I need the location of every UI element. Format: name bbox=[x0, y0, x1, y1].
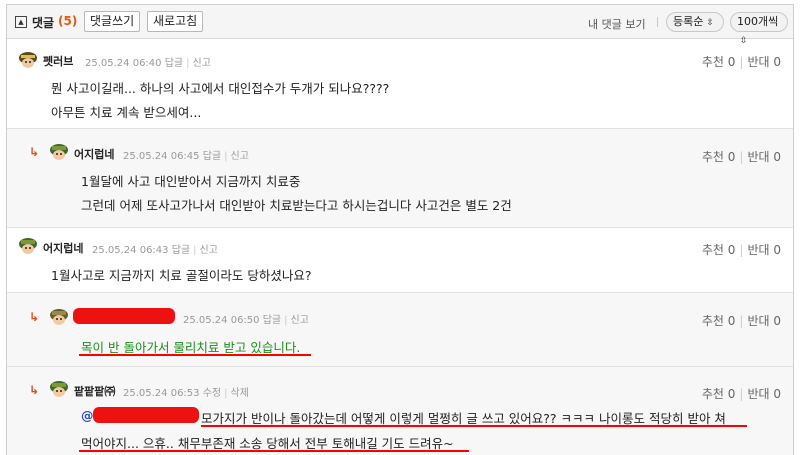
refresh-button[interactable]: 새로고침 bbox=[147, 11, 204, 32]
write-comment-button[interactable]: 댓글쓰기 bbox=[84, 11, 141, 32]
highlight-underline bbox=[79, 354, 311, 356]
comment-text-line: 뭔 사고이길래... 하나의 사고에서 대인접수가 두개가 되나요???? bbox=[51, 81, 390, 96]
sort-value: 등록순 bbox=[673, 15, 704, 28]
comment-datetime: 25.05.24 06:50 bbox=[183, 315, 260, 326]
comment-meta: 25.05.24 06:43 답글 | 신고 bbox=[92, 245, 218, 256]
comment-author[interactable]: 어지럽네 bbox=[43, 240, 83, 256]
highlight-underline bbox=[79, 450, 469, 452]
vote-counts: 추천 0 | 반대 0 bbox=[701, 314, 781, 328]
oppose-button[interactable]: 반대 0 bbox=[747, 55, 781, 69]
sort-select[interactable]: 등록순 ⇳ bbox=[666, 12, 724, 32]
oppose-button[interactable]: 반대 0 bbox=[747, 243, 781, 257]
reply-link[interactable]: 답글 bbox=[203, 151, 221, 162]
recommend-button[interactable]: 추천 0 bbox=[702, 243, 736, 257]
vote-counts: 추천 0 | 반대 0 bbox=[701, 387, 781, 401]
comment-datetime: 25.05.24 06:40 bbox=[85, 58, 162, 69]
oppose-button[interactable]: 반대 0 bbox=[747, 314, 781, 328]
report-link[interactable]: 신고 bbox=[231, 151, 249, 162]
report-link[interactable]: 신고 bbox=[291, 315, 309, 326]
report-link[interactable]: 신고 bbox=[200, 245, 218, 256]
per-page-value: 100개씩 bbox=[737, 15, 779, 28]
comment-header-bar: ▲ 댓글 (5) 댓글쓰기 새로고침 내 댓글 보기 등록순 ⇳ 100개씩⇳ bbox=[7, 5, 793, 46]
my-comments-link[interactable]: 내 댓글 보기 bbox=[588, 16, 646, 32]
reply-comment-item: ↳ 팥팥팥㈜ 25.05.24 06:53 수정 | 삭제 추천 0 | 반대 0 @ … bbox=[7, 367, 793, 455]
comment-item: 어지럽네 25.05.24 06:43 답글 | 신고 추천 0 | 반대 0 1월사고… bbox=[7, 228, 793, 293]
recommend-button[interactable]: 추천 0 bbox=[702, 387, 736, 401]
comment-datetime: 25.05.24 06:43 bbox=[92, 245, 169, 256]
recommend-button[interactable]: 추천 0 bbox=[702, 55, 736, 69]
reply-link[interactable]: 답글 bbox=[165, 58, 183, 69]
comment-datetime: 25.05.24 06:45 bbox=[123, 151, 200, 162]
redacted-mention bbox=[93, 407, 199, 423]
vote-counts: 추천 0 | 반대 0 bbox=[701, 150, 781, 164]
vote-counts: 추천 0 | 반대 0 bbox=[701, 243, 781, 257]
comment-count: (5) bbox=[58, 14, 78, 28]
comment-text-line: 아무튼 치료 계속 받으세여... bbox=[51, 105, 202, 120]
chevron-updown-icon: ⇳ bbox=[706, 18, 714, 28]
oppose-button[interactable]: 반대 0 bbox=[747, 387, 781, 401]
comment-meta: 25.05.24 06:40 답글 | 신고 bbox=[85, 58, 211, 69]
reply-comment-item: ↳ 25.05.24 06:50 답글 | 신고 추천 0 | 반대 0 목이 반 돌아… bbox=[7, 293, 793, 367]
delete-link[interactable]: 삭제 bbox=[231, 388, 249, 399]
reply-comment-item: ↳ 어지럽네 25.05.24 06:45 답글 | 신고 추천 0 | 반대 0 1월… bbox=[7, 129, 793, 228]
highlight-underline bbox=[201, 425, 747, 427]
user-avatar-icon[interactable] bbox=[18, 237, 38, 255]
reply-arrow-icon: ↳ bbox=[29, 310, 40, 324]
edit-link[interactable]: 수정 bbox=[203, 388, 221, 399]
per-page-select[interactable]: 100개씩⇳ bbox=[730, 12, 788, 46]
user-avatar-icon[interactable] bbox=[49, 380, 69, 398]
recommend-button[interactable]: 추천 0 bbox=[702, 150, 736, 164]
user-avatar-icon[interactable] bbox=[49, 308, 69, 326]
comment-meta: 25.05.24 06:50 답글 | 신고 bbox=[183, 315, 309, 326]
redacted-author bbox=[73, 308, 175, 324]
reply-link[interactable]: 답글 bbox=[172, 245, 190, 256]
comment-datetime: 25.05.24 06:53 bbox=[123, 388, 200, 399]
mention-prefix[interactable]: @ bbox=[81, 408, 94, 423]
comment-author[interactable]: 팥팥팥㈜ bbox=[74, 383, 115, 399]
comment-meta: 25.05.24 06:53 수정 | 삭제 bbox=[123, 388, 249, 399]
collapse-toggle-icon[interactable]: ▲ bbox=[15, 16, 27, 28]
comment-author[interactable]: 어지럽네 bbox=[74, 146, 114, 162]
divider bbox=[657, 17, 658, 27]
user-avatar-icon[interactable] bbox=[18, 51, 38, 69]
reply-link[interactable]: 답글 bbox=[263, 315, 281, 326]
comment-text-line: 그런데 어제 또사고가나서 대인받아 치료받는다고 하시는겁니다 사고건은 별도… bbox=[81, 198, 512, 213]
report-link[interactable]: 신고 bbox=[193, 58, 211, 69]
oppose-button[interactable]: 반대 0 bbox=[747, 150, 781, 164]
user-avatar-icon[interactable] bbox=[49, 143, 69, 161]
comment-text-line: 1월사고로 지금까지 치료 골절이라도 당하셨나요? bbox=[51, 268, 312, 283]
recommend-button[interactable]: 추천 0 bbox=[702, 314, 736, 328]
reply-arrow-icon: ↳ bbox=[29, 145, 40, 159]
comment-text-line: 1월달에 사고 대인받아서 지금까지 치료중 bbox=[81, 174, 301, 189]
reply-arrow-icon: ↳ bbox=[29, 383, 40, 397]
vote-counts: 추천 0 | 반대 0 bbox=[701, 55, 781, 69]
comment-meta: 25.05.24 06:45 답글 | 신고 bbox=[123, 151, 249, 162]
comment-title: 댓글 bbox=[32, 16, 55, 30]
comment-section: ▲ 댓글 (5) 댓글쓰기 새로고침 내 댓글 보기 등록순 ⇳ 100개씩⇳ 펫… bbox=[6, 4, 794, 455]
comment-author[interactable]: 펫러브 bbox=[43, 53, 73, 69]
comment-item: 펫러브 25.05.24 06:40 답글 | 신고 추천 0 | 반대 0 뭔 사고이… bbox=[7, 40, 793, 129]
